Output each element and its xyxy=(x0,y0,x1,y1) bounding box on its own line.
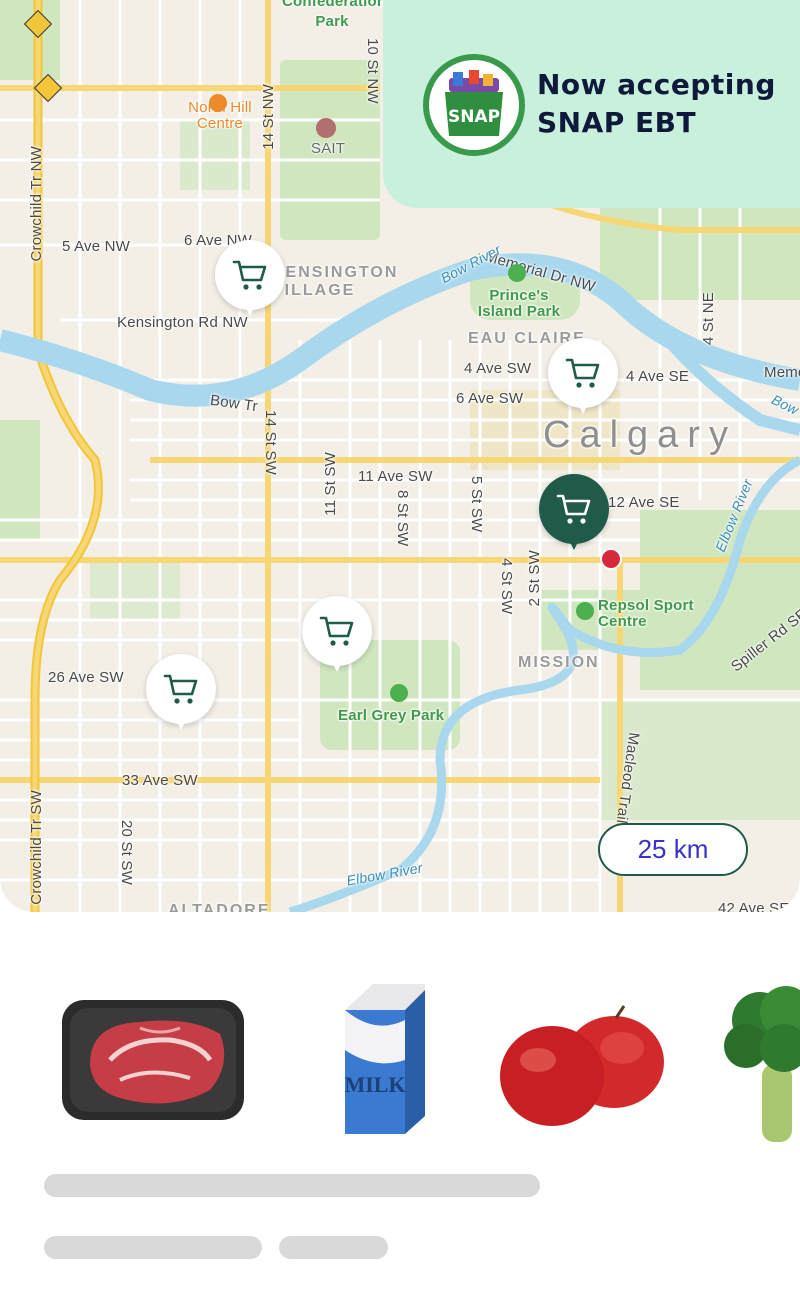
district-altadore: ALTADORE xyxy=(168,902,271,912)
street-42-ave-se: 42 Ave SE xyxy=(718,900,790,912)
placeholder-line xyxy=(44,1174,540,1197)
store-pin-downtown[interactable] xyxy=(548,338,618,420)
sport-icon xyxy=(576,602,594,620)
poi-earl-grey-park: Earl Grey Park xyxy=(338,707,445,724)
street-crowchild-tr-nw: Crowchild Tr NW xyxy=(28,146,45,262)
street-11-ave-sw: 11 Ave SW xyxy=(358,468,433,485)
banner-line-2: SNAP EBT xyxy=(537,106,697,139)
park-tree-icon xyxy=(508,264,526,282)
street-8-st-sw: 8 St SW xyxy=(394,490,411,547)
street-4-st-sw: 4 St SW xyxy=(498,558,515,615)
shopping-icon xyxy=(209,94,227,112)
snap-ebt-banner: SNAP Now accepting SNAP EBT xyxy=(383,0,800,208)
poi-confederation-park: Confederation Park xyxy=(282,0,387,30)
cart-icon xyxy=(232,260,267,290)
placeholder-line xyxy=(279,1236,388,1259)
district-mission: MISSION xyxy=(518,654,600,671)
apples-image[interactable] xyxy=(498,1004,666,1128)
cart-icon xyxy=(556,494,591,524)
street-2-st-sw: 2 St SW xyxy=(526,550,543,607)
city-label: Calgary xyxy=(543,414,737,456)
broccoli-image[interactable] xyxy=(724,984,800,1146)
poi-repsol-sport-centre: Repsol Sport Centre xyxy=(598,597,694,630)
street-5-ave-nw: 5 Ave NW xyxy=(62,238,131,255)
snap-logo: SNAP xyxy=(423,54,525,156)
street-4-ave-sw: 4 Ave SW xyxy=(464,360,532,377)
street-11-st-sw: 11 St SW xyxy=(322,452,339,516)
cart-icon xyxy=(319,616,354,646)
distance-radius-button[interactable]: 25 km xyxy=(598,823,748,876)
store-pin-beltline-selected[interactable] xyxy=(539,474,609,556)
banner-line-1: Now accepting xyxy=(537,68,776,101)
street-memo: Memo xyxy=(764,364,800,381)
cart-icon xyxy=(163,674,198,704)
store-map[interactable]: 5 Ave NW 6 Ave NW Kensington Rd NW Memor… xyxy=(0,0,800,912)
street-12-ave-se: 12 Ave SE xyxy=(608,494,680,511)
cart-icon xyxy=(565,358,600,388)
store-pin-kensington[interactable] xyxy=(215,240,285,322)
street-4-ave-se: 4 Ave SE xyxy=(626,368,690,385)
street-10-st-nw: 10 St NW xyxy=(364,38,381,104)
street-5-st-sw: 5 St SW xyxy=(468,476,485,533)
street-20-st-sw: 20 St SW xyxy=(118,820,135,885)
placeholder-line xyxy=(44,1236,262,1259)
store-pin-mission-west[interactable] xyxy=(302,596,372,678)
steak-image[interactable] xyxy=(60,994,246,1124)
street-33-ave-sw: 33 Ave SW xyxy=(122,772,198,789)
poi-sait: SAIT xyxy=(311,140,346,157)
store-pin-26ave[interactable] xyxy=(146,654,216,736)
street-14-st-sw: 14 St SW xyxy=(262,410,279,475)
district-kensington: KENSINGTON VILLAGE xyxy=(272,264,399,299)
street-crowchild-tr-sw: Crowchild Tr SW xyxy=(28,790,45,905)
milk-label: MILK xyxy=(344,1072,405,1097)
snap-logo-text: SNAP xyxy=(448,107,500,127)
school-icon xyxy=(316,118,336,138)
street-26-ave-sw: 26 Ave SW xyxy=(48,669,124,686)
park-tree-icon xyxy=(390,684,408,702)
poi-princes-island-park: Prince's Island Park xyxy=(477,287,561,320)
product-sheet: MILK xyxy=(0,934,800,1308)
milk-carton-image[interactable]: MILK xyxy=(335,980,425,1136)
street-4-st-ne: 4 St NE xyxy=(700,292,717,346)
street-6-ave-sw: 6 Ave SW xyxy=(456,390,524,407)
